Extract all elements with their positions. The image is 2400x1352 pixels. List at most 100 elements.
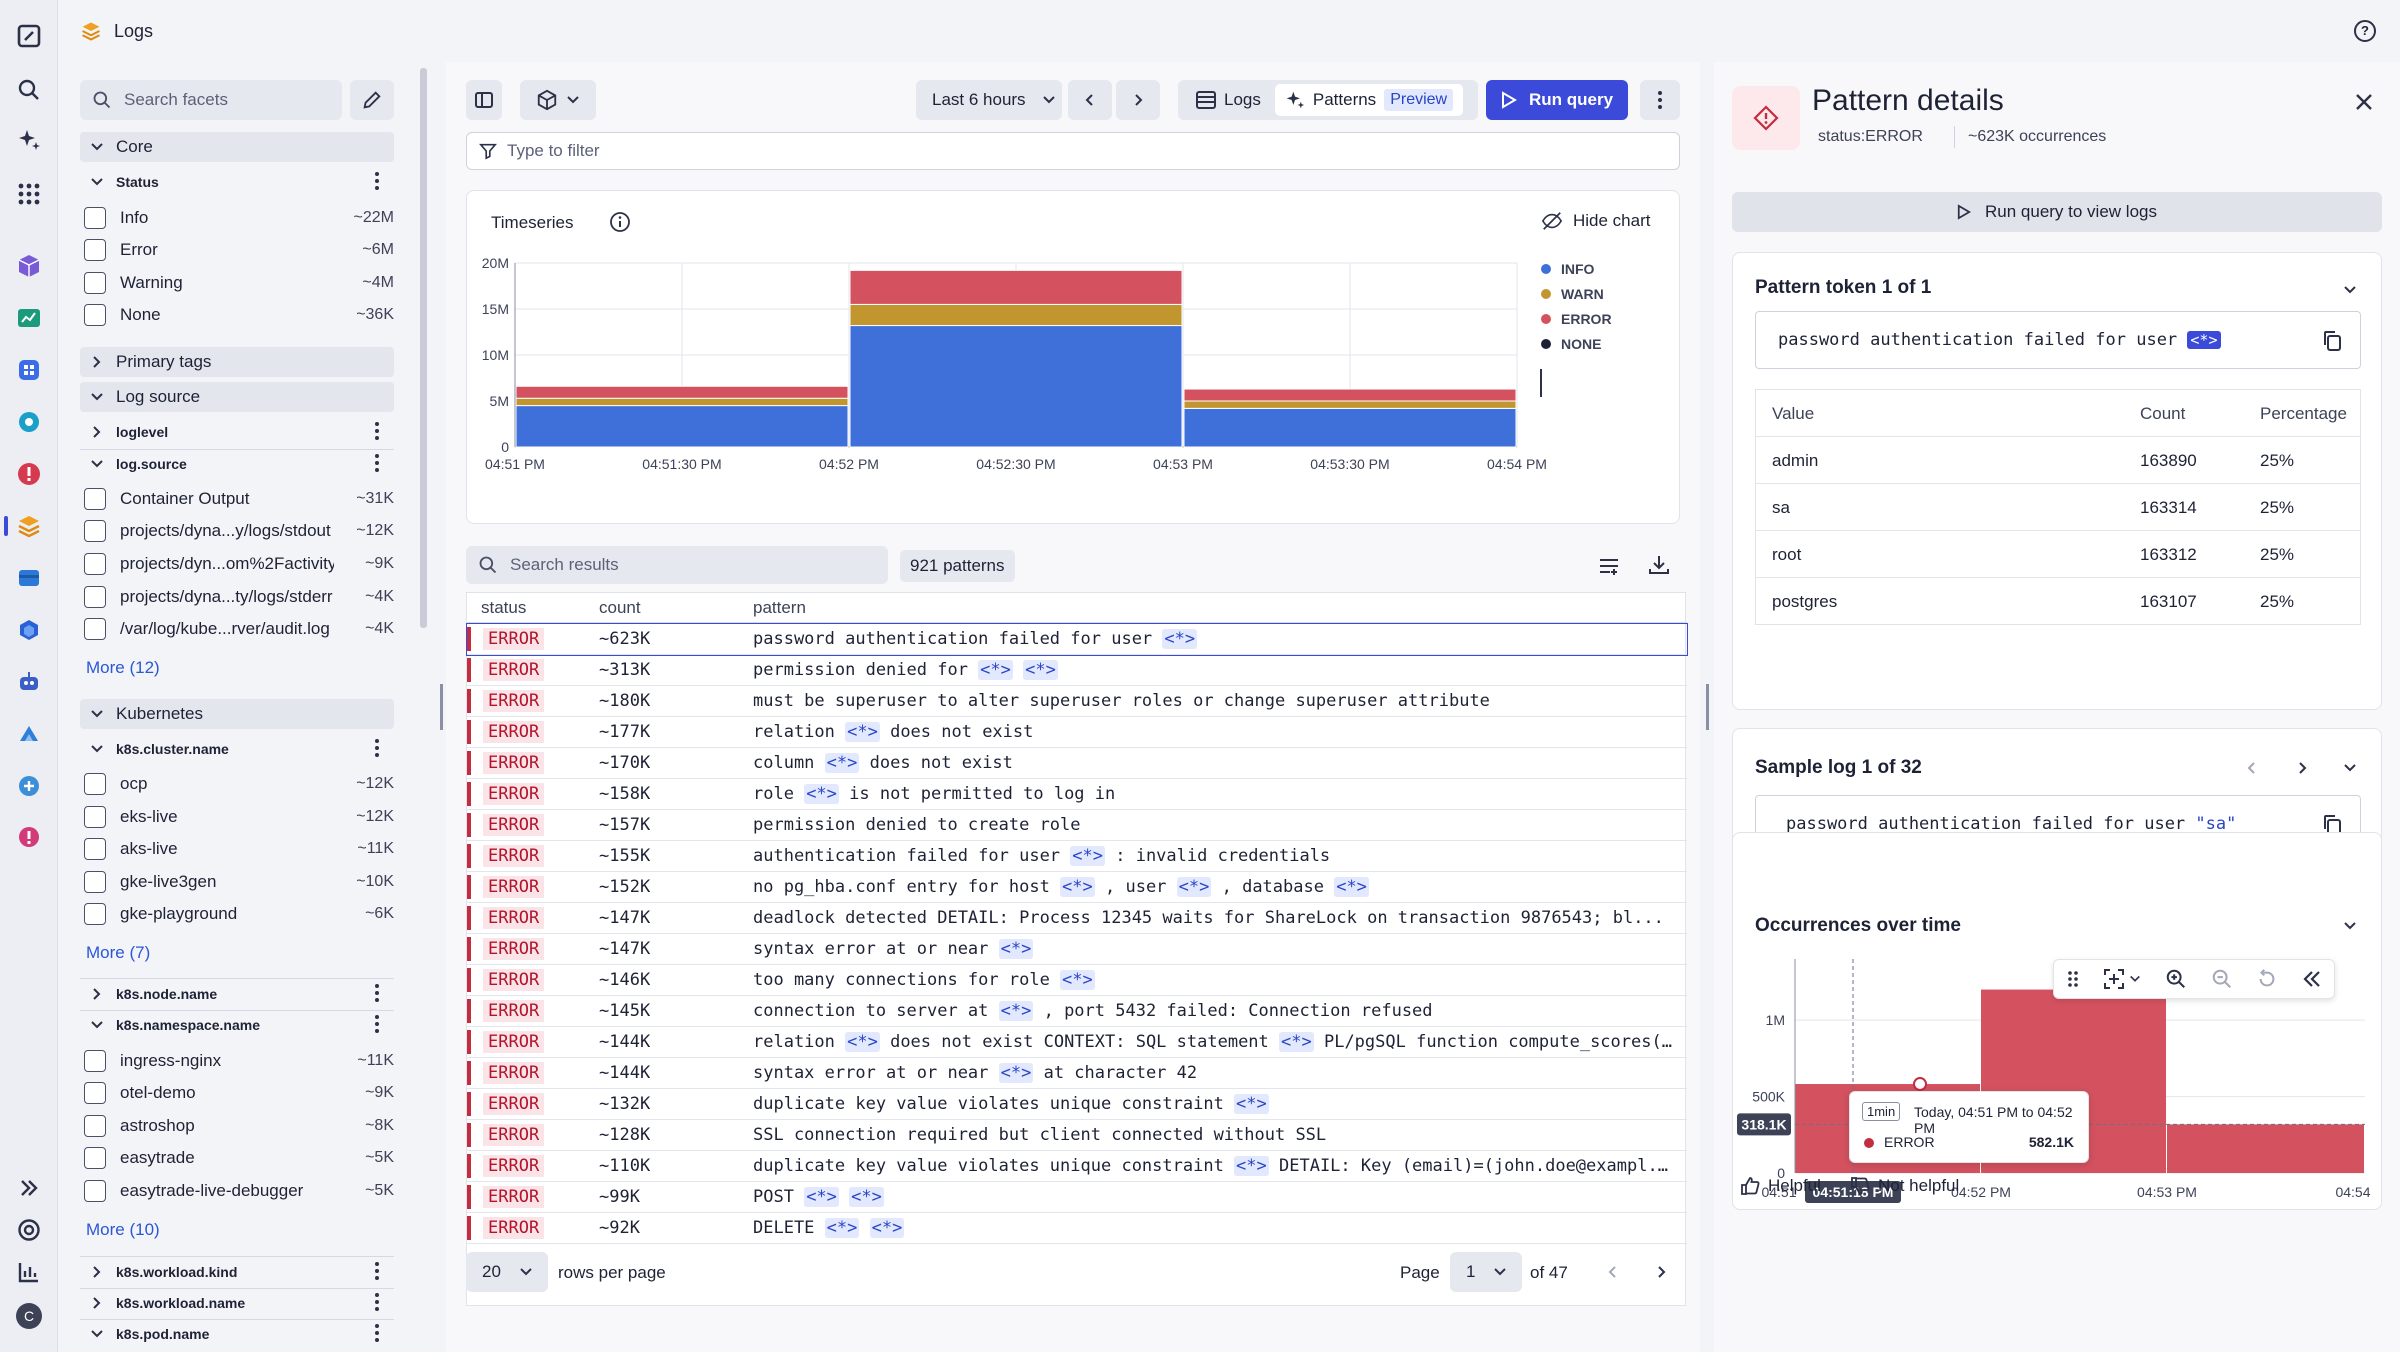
select-mode-button[interactable] xyxy=(2103,968,2141,990)
checkbox[interactable] xyxy=(84,773,106,795)
more-options-icon[interactable] xyxy=(374,1292,380,1312)
table-row[interactable]: ERROR ~313K permission denied for <*> <*> xyxy=(467,655,1687,686)
checkbox[interactable] xyxy=(84,239,106,261)
checkbox[interactable] xyxy=(84,1050,106,1072)
download-icon[interactable] xyxy=(1648,554,1670,576)
checkbox[interactable] xyxy=(84,488,106,510)
app-cube-icon[interactable] xyxy=(13,250,45,282)
facet-option-namespace-4[interactable]: easytrade-live-debugger ~5K xyxy=(84,1176,394,1206)
checkbox[interactable] xyxy=(84,618,106,640)
facet-group-log-source[interactable]: log.source xyxy=(80,449,394,479)
facet-option-cluster-1[interactable]: eks-live ~12K xyxy=(84,802,394,832)
facet-option-logsource-4[interactable]: /var/log/kube...rver/audit.log ~4K xyxy=(84,614,394,644)
more-options-icon[interactable] xyxy=(374,171,380,191)
facet-option-info[interactable]: Info ~22M xyxy=(84,203,394,233)
reset-icon[interactable] xyxy=(2256,968,2278,990)
table-row[interactable]: ERROR ~92K DELETE <*> <*> xyxy=(467,1213,1687,1244)
table-row[interactable]: ERROR ~132K duplicate key value violates u… xyxy=(467,1089,1687,1120)
checkbox[interactable] xyxy=(84,304,106,326)
facet-option-namespace-0[interactable]: ingress-nginx ~11K xyxy=(84,1046,394,1076)
facet-option-logsource-1[interactable]: projects/dyna...y/logs/stdout ~12K xyxy=(84,516,394,546)
timeframe-prev-button[interactable] xyxy=(1068,80,1112,120)
table-row[interactable]: ERROR ~110K duplicate key value violates u… xyxy=(467,1151,1687,1182)
resize-handle[interactable] xyxy=(1706,684,1709,730)
value-row[interactable]: root 163312 25% xyxy=(1756,530,2360,577)
dynatrace-logo-icon[interactable] xyxy=(13,20,45,52)
previous-sample-icon[interactable] xyxy=(2245,761,2259,775)
facet-group-cluster[interactable]: k8s.cluster.name xyxy=(80,734,394,764)
facet-option-namespace-1[interactable]: otel-demo ~9K xyxy=(84,1078,394,1108)
not-helpful-button[interactable]: Not helpful xyxy=(1850,1176,1959,1196)
table-row[interactable]: ERROR ~146K too many connections for role … xyxy=(467,965,1687,996)
close-icon[interactable] xyxy=(2354,92,2374,112)
table-row[interactable]: ERROR ~152K no pg_hba.conf entry for host … xyxy=(467,872,1687,903)
facet-option-cluster-0[interactable]: ocp ~12K xyxy=(84,769,394,799)
checkbox[interactable] xyxy=(84,207,106,229)
support-icon[interactable] xyxy=(13,1214,45,1246)
facet-option-namespace-3[interactable]: easytrade ~5K xyxy=(84,1143,394,1173)
table-row[interactable]: ERROR ~170K column <*> does not exist xyxy=(467,748,1687,779)
app-dashboard-icon[interactable] xyxy=(13,302,45,334)
edit-facets-button[interactable] xyxy=(350,80,394,120)
apps-grid-icon[interactable] xyxy=(13,178,45,210)
table-row[interactable]: ERROR ~128K SSL connection required but cl… xyxy=(467,1120,1687,1151)
app-databases-icon[interactable] xyxy=(13,562,45,594)
more-logsource-link[interactable]: More (12) xyxy=(86,658,160,678)
more-options-icon[interactable] xyxy=(374,421,380,441)
app-deploy-icon[interactable] xyxy=(13,718,45,750)
column-header-count[interactable]: count xyxy=(599,593,641,623)
user-avatar[interactable]: C xyxy=(13,1300,45,1332)
table-row[interactable]: ERROR ~145K connection to server at <*> , … xyxy=(467,996,1687,1027)
more-options-icon[interactable] xyxy=(374,1261,380,1281)
table-row[interactable]: ERROR ~99K POST <*> <*> xyxy=(467,1182,1687,1213)
table-row[interactable]: ERROR ~158K role <*> is not permitted to l… xyxy=(467,779,1687,810)
app-infrastructure-icon[interactable] xyxy=(13,406,45,438)
facet-option-cluster-3[interactable]: gke-live3gen ~10K xyxy=(84,867,394,897)
checkbox[interactable] xyxy=(84,586,106,608)
facet-option-logsource-3[interactable]: projects/dyna...ty/logs/stderr ~4K xyxy=(84,582,394,612)
results-search-input[interactable]: Search results xyxy=(466,546,888,584)
drag-handle-icon[interactable] xyxy=(2066,970,2080,988)
segment-selector-button[interactable] xyxy=(520,80,596,120)
usage-chart-icon[interactable] xyxy=(13,1256,45,1288)
column-header-status[interactable]: status xyxy=(481,593,526,623)
app-services-icon[interactable] xyxy=(13,354,45,386)
more-options-icon[interactable] xyxy=(374,738,380,758)
facet-option-cluster-2[interactable]: aks-live ~11K xyxy=(84,834,394,864)
table-row[interactable]: ERROR ~144K syntax error at or near <*> at… xyxy=(467,1058,1687,1089)
checkbox[interactable] xyxy=(84,1147,106,1169)
checkbox[interactable] xyxy=(84,1180,106,1202)
helpful-button[interactable]: Helpful xyxy=(1740,1176,1821,1196)
app-problems-icon[interactable] xyxy=(13,458,45,490)
expand-rail-icon[interactable] xyxy=(13,1172,45,1204)
columns-settings-icon[interactable] xyxy=(1598,556,1620,576)
app-bot-icon[interactable] xyxy=(13,666,45,698)
next-page-icon[interactable] xyxy=(1654,1265,1668,1279)
more-options-icon[interactable] xyxy=(374,453,380,473)
app-logs-icon[interactable] xyxy=(13,510,45,542)
facet-group-namespace[interactable]: k8s.namespace.name xyxy=(80,1010,394,1040)
info-icon[interactable] xyxy=(609,211,631,233)
facet-section-kubernetes[interactable]: Kubernetes xyxy=(80,699,394,729)
checkbox[interactable] xyxy=(84,838,106,860)
table-row[interactable]: ERROR ~157K permission denied to create ro… xyxy=(467,810,1687,841)
rows-per-page-select[interactable]: 20 xyxy=(466,1252,548,1292)
value-row[interactable]: admin 163890 25% xyxy=(1756,436,2360,483)
value-row[interactable]: postgres 163107 25% xyxy=(1756,577,2360,624)
value-row[interactable]: sa 163314 25% xyxy=(1756,483,2360,530)
chevron-down-icon[interactable] xyxy=(2343,919,2357,933)
app-security-icon[interactable] xyxy=(13,770,45,802)
facet-group-pod[interactable]: k8s.pod.name xyxy=(80,1319,394,1349)
facet-search-input[interactable]: Search facets xyxy=(80,80,342,120)
app-vulnerability-icon[interactable] xyxy=(13,822,45,854)
facet-group-workload-name[interactable]: k8s.workload.name xyxy=(80,1288,394,1318)
table-row[interactable]: ERROR ~180K must be superuser to alter sup… xyxy=(467,686,1687,717)
facet-group-node[interactable]: k8s.node.name xyxy=(80,979,394,1009)
table-row[interactable]: ERROR ~147K deadlock detected DETAIL: Proc… xyxy=(467,903,1687,934)
facet-option-warning[interactable]: Warning ~4M xyxy=(84,268,394,298)
facet-option-namespace-2[interactable]: astroshop ~8K xyxy=(84,1111,394,1141)
table-row[interactable]: ERROR ~147K syntax error at or near <*> xyxy=(467,934,1687,965)
help-icon[interactable]: ? xyxy=(2354,20,2376,42)
more-options-icon[interactable] xyxy=(374,1014,380,1034)
run-query-button[interactable]: Run query xyxy=(1486,80,1628,120)
